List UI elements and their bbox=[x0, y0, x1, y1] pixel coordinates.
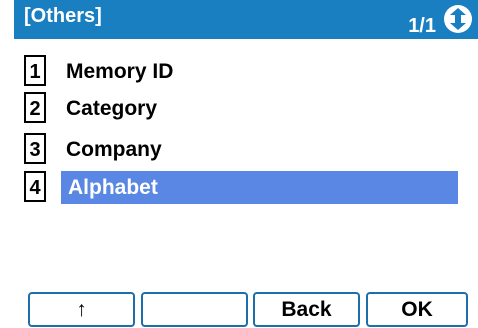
menu-item-memory-id[interactable]: 1 Memory ID bbox=[14, 55, 458, 88]
menu-item-label: Company bbox=[66, 138, 162, 161]
menu-item-company[interactable]: 3 Company bbox=[14, 133, 458, 166]
up-down-scroll-icon bbox=[444, 5, 472, 33]
menu-item-number: 4 bbox=[24, 171, 46, 202]
ok-button[interactable]: OK bbox=[366, 292, 468, 327]
page-indicator: 1/1 bbox=[408, 15, 436, 37]
menu-item-label: Memory ID bbox=[66, 60, 174, 83]
menu-item-label: Category bbox=[66, 97, 158, 120]
softkey-up-arrow[interactable]: ↑ bbox=[28, 292, 135, 327]
header-bar: [Others] 1/1 bbox=[14, 0, 478, 39]
menu-item-category[interactable]: 2 Category bbox=[14, 92, 458, 125]
menu-item-number: 2 bbox=[24, 92, 46, 123]
menu-item-number: 1 bbox=[24, 55, 46, 86]
softkey-blank[interactable] bbox=[141, 292, 248, 327]
softkey-bar: ↑ Back OK bbox=[0, 292, 478, 328]
menu-item-number: 3 bbox=[24, 133, 46, 164]
menu-item-alphabet[interactable]: 4 Alphabet bbox=[14, 171, 458, 204]
phone-screen: [Others] 1/1 1 Memory ID 2 Category 3 Co… bbox=[0, 0, 478, 328]
page-title: [Others] bbox=[24, 5, 102, 27]
back-button[interactable]: Back bbox=[253, 292, 360, 327]
menu-item-label: Alphabet bbox=[68, 176, 158, 199]
